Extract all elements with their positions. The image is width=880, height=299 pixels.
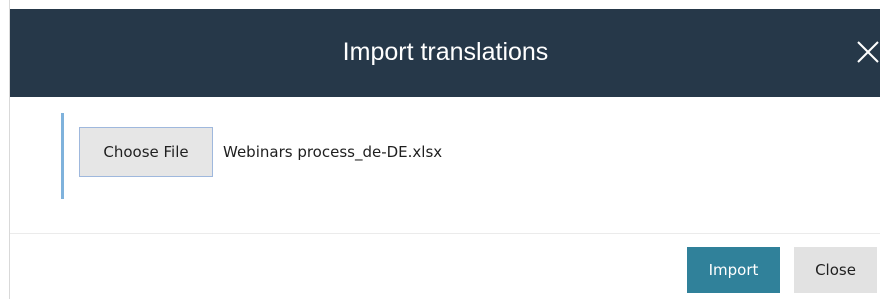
dialog-footer: Import Close xyxy=(10,234,880,299)
dialog-header: Import translations xyxy=(10,9,880,97)
file-input[interactable]: Choose File Webinars process_de-DE.xlsx xyxy=(79,127,442,177)
choose-file-button[interactable]: Choose File xyxy=(79,127,213,177)
close-button[interactable]: Close xyxy=(794,247,877,293)
import-button[interactable]: Import xyxy=(687,247,780,293)
file-upload-field: Choose File Webinars process_de-DE.xlsx xyxy=(61,113,442,199)
import-translations-dialog: Import translations Choose File Webinars… xyxy=(9,0,880,299)
dialog-body: Choose File Webinars process_de-DE.xlsx xyxy=(10,97,880,233)
selected-file-name: Webinars process_de-DE.xlsx xyxy=(223,143,443,161)
dialog-title: Import translations xyxy=(342,38,549,66)
close-icon[interactable] xyxy=(855,39,880,65)
